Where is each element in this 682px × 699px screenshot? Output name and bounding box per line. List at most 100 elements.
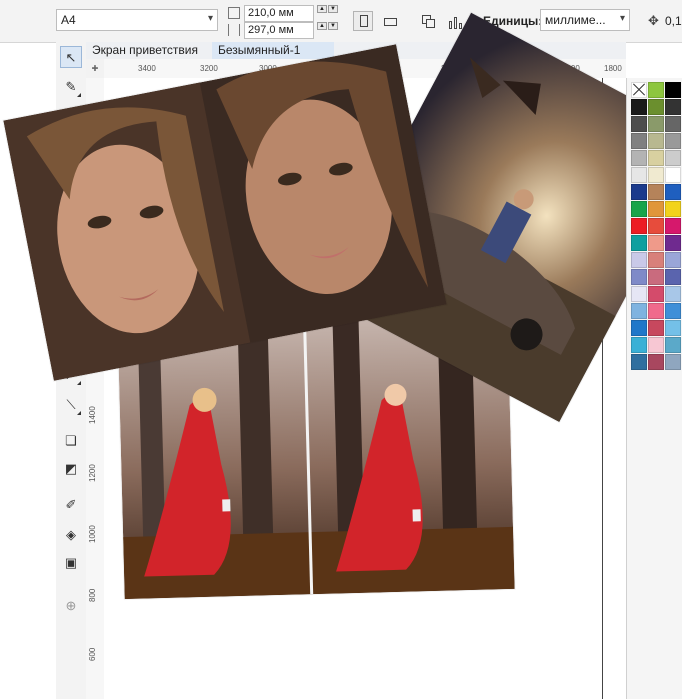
height-field[interactable]: 297,0 мм bbox=[244, 22, 314, 39]
color-swatch[interactable] bbox=[648, 286, 664, 302]
smart-fill-tool[interactable]: ▣ bbox=[60, 552, 82, 574]
shadow-tool[interactable]: ❏ bbox=[60, 430, 82, 452]
color-swatch[interactable] bbox=[665, 269, 681, 285]
ruler-label: 1800 bbox=[604, 64, 622, 73]
units-value: миллиме... bbox=[545, 13, 606, 27]
landscape-button[interactable] bbox=[380, 11, 400, 31]
color-swatch[interactable] bbox=[648, 252, 664, 268]
ruler-label: 800 bbox=[88, 588, 97, 602]
color-swatch[interactable] bbox=[665, 286, 681, 302]
ruler-label: 3200 bbox=[200, 64, 218, 73]
color-swatch[interactable] bbox=[665, 167, 681, 183]
color-swatch[interactable] bbox=[631, 150, 647, 166]
eyedropper-tool[interactable]: ✐ bbox=[60, 494, 82, 516]
color-swatch[interactable] bbox=[631, 116, 647, 132]
page-size-select[interactable]: A4 ▾ bbox=[56, 9, 218, 31]
color-swatch[interactable] bbox=[631, 269, 647, 285]
page-size-value: A4 bbox=[61, 13, 76, 27]
nudge-value[interactable]: 0,1 bbox=[665, 14, 682, 28]
tab-welcome[interactable]: Экран приветствия bbox=[86, 42, 204, 59]
chevron-down-icon: ▾ bbox=[207, 13, 213, 24]
color-swatch[interactable] bbox=[665, 82, 681, 98]
color-swatch[interactable] bbox=[648, 167, 664, 183]
color-swatch[interactable] bbox=[665, 218, 681, 234]
color-swatch[interactable] bbox=[631, 99, 647, 115]
color-swatch[interactable] bbox=[648, 116, 664, 132]
color-swatch[interactable] bbox=[648, 303, 664, 319]
eyedropper-icon: ✐ bbox=[65, 497, 77, 512]
fill-tool[interactable]: ◈ bbox=[60, 524, 82, 546]
all-pages-button[interactable] bbox=[418, 11, 438, 31]
width-row: 210,0 мм ▲ ▼ bbox=[228, 5, 338, 23]
add-tool[interactable]: ⊕ bbox=[60, 595, 82, 617]
color-swatch[interactable] bbox=[648, 354, 664, 370]
color-swatch[interactable] bbox=[631, 303, 647, 319]
chevron-down-icon: ▾ bbox=[619, 13, 625, 24]
no-color-swatch[interactable] bbox=[631, 82, 647, 98]
color-swatch[interactable] bbox=[648, 82, 664, 98]
color-swatch[interactable] bbox=[631, 218, 647, 234]
pick-tool[interactable]: ↖ bbox=[60, 46, 82, 68]
height-icon bbox=[228, 24, 240, 36]
ruler-label: 600 bbox=[88, 647, 97, 661]
plus-icon: ⊕ bbox=[65, 598, 77, 613]
height-spinner[interactable]: ▲ ▼ bbox=[317, 22, 339, 39]
color-swatch[interactable] bbox=[631, 235, 647, 251]
shape-tool[interactable]: ✎ bbox=[60, 76, 82, 98]
ruler-label: 1000 bbox=[88, 525, 97, 543]
color-swatch[interactable] bbox=[665, 201, 681, 217]
ruler-label: 1400 bbox=[88, 406, 97, 424]
color-swatch[interactable] bbox=[648, 337, 664, 353]
color-swatch[interactable] bbox=[631, 320, 647, 336]
color-swatch[interactable] bbox=[648, 218, 664, 234]
width-icon bbox=[228, 7, 240, 19]
color-swatch[interactable] bbox=[648, 269, 664, 285]
dimension-tool[interactable]: ⟍ bbox=[60, 394, 82, 416]
color-swatch[interactable] bbox=[665, 133, 681, 149]
portrait-button[interactable] bbox=[353, 11, 373, 31]
height-row: 297,0 мм ▲ ▼ bbox=[228, 22, 338, 40]
color-swatch[interactable] bbox=[665, 354, 681, 370]
dimension-icon: ⟍ bbox=[66, 397, 76, 412]
color-swatch[interactable] bbox=[631, 167, 647, 183]
color-swatch[interactable] bbox=[665, 184, 681, 200]
color-swatch[interactable] bbox=[665, 252, 681, 268]
shape-edit-icon: ✎ bbox=[65, 79, 77, 94]
color-swatch[interactable] bbox=[648, 235, 664, 251]
portrait-icon bbox=[360, 15, 368, 27]
color-swatch[interactable] bbox=[648, 133, 664, 149]
color-swatch[interactable] bbox=[631, 252, 647, 268]
nudge-icon: ✥ bbox=[648, 13, 659, 28]
color-swatch[interactable] bbox=[648, 99, 664, 115]
ruler-label: 3400 bbox=[138, 64, 156, 73]
ruler-label: 1200 bbox=[88, 464, 97, 482]
color-swatch[interactable] bbox=[648, 201, 664, 217]
units-select[interactable]: миллиме... ▾ bbox=[540, 9, 630, 31]
color-swatch[interactable] bbox=[665, 303, 681, 319]
color-swatch[interactable] bbox=[648, 150, 664, 166]
transparency-tool[interactable]: ◩ bbox=[60, 458, 82, 480]
color-swatch[interactable] bbox=[665, 337, 681, 353]
landscape-icon bbox=[384, 18, 397, 26]
transparency-icon: ◩ bbox=[64, 461, 78, 476]
color-swatch[interactable] bbox=[665, 235, 681, 251]
width-field[interactable]: 210,0 мм bbox=[244, 5, 314, 22]
color-swatch[interactable] bbox=[665, 99, 681, 115]
color-swatch[interactable] bbox=[631, 133, 647, 149]
color-swatch[interactable] bbox=[631, 354, 647, 370]
bars-icon bbox=[449, 21, 452, 29]
pointer-icon: ↖ bbox=[65, 50, 77, 65]
color-swatch[interactable] bbox=[631, 201, 647, 217]
property-bar: A4 ▾ 210,0 мм ▲ ▼ 297,0 мм ▲ ▼ Единицы: ми… bbox=[0, 0, 682, 43]
ruler-origin[interactable]: ✚ bbox=[86, 59, 104, 78]
color-swatch[interactable] bbox=[665, 320, 681, 336]
color-swatch[interactable] bbox=[665, 150, 681, 166]
color-swatch[interactable] bbox=[648, 320, 664, 336]
color-swatch[interactable] bbox=[631, 184, 647, 200]
color-swatch[interactable] bbox=[648, 184, 664, 200]
color-swatch[interactable] bbox=[631, 286, 647, 302]
tab-untitled[interactable]: Безымянный-1 bbox=[212, 42, 334, 59]
color-swatch[interactable] bbox=[631, 337, 647, 353]
width-spinner[interactable]: ▲ ▼ bbox=[317, 5, 339, 22]
color-swatch[interactable] bbox=[665, 116, 681, 132]
